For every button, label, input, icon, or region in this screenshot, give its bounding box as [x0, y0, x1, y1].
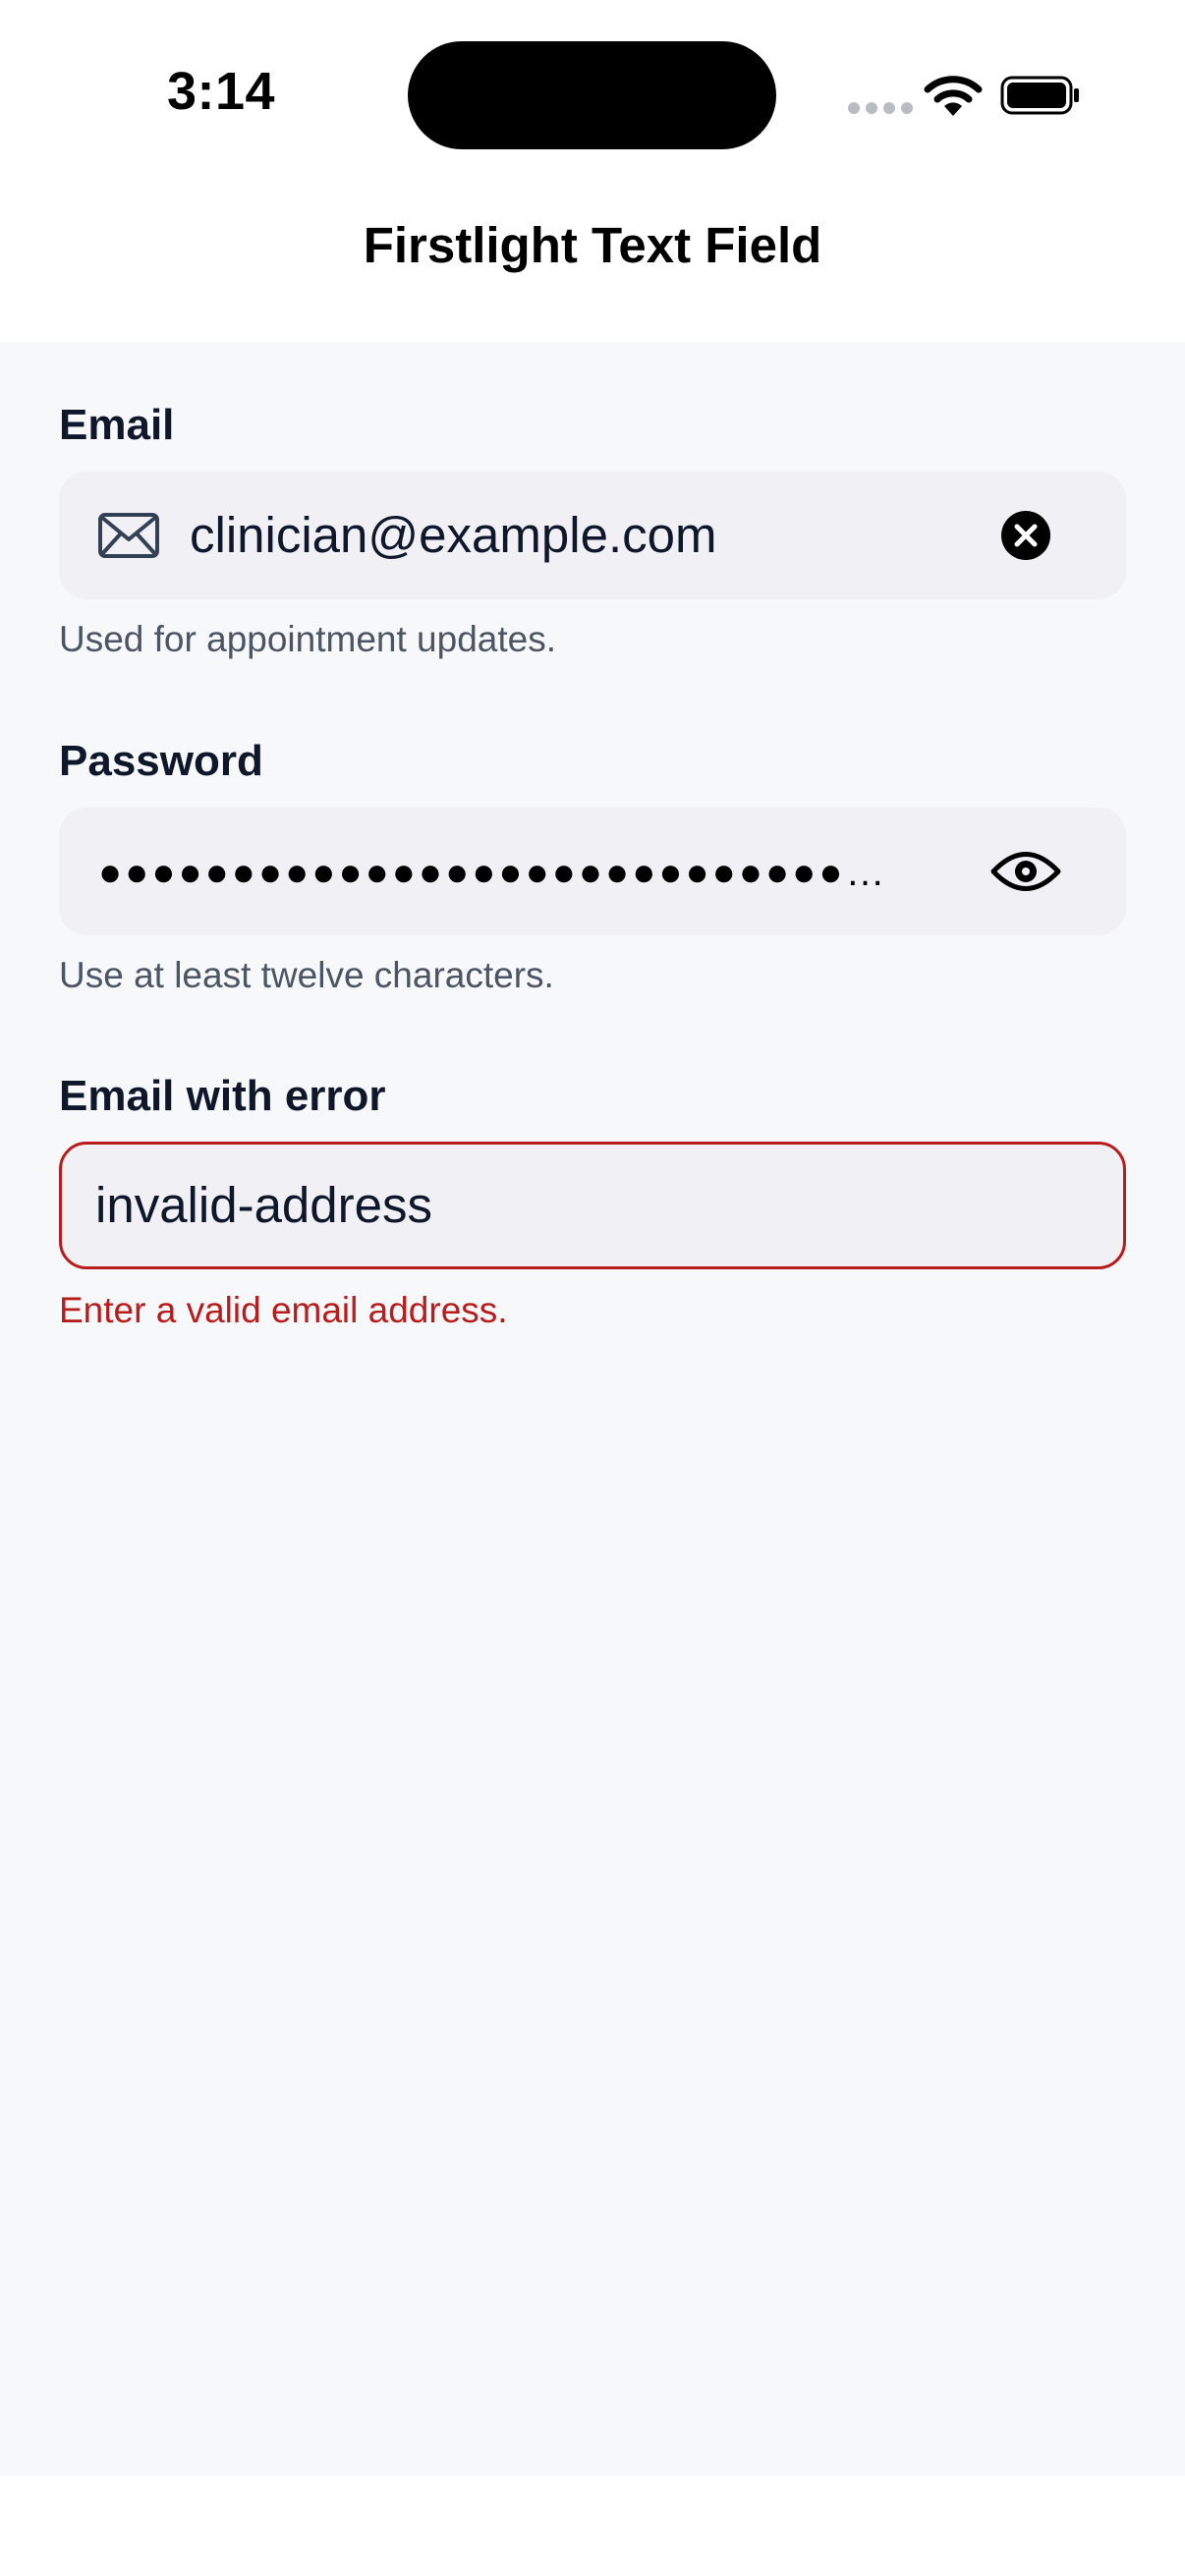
clear-icon[interactable]	[1000, 510, 1051, 561]
password-helper-text: Use at least twelve characters.	[59, 955, 554, 995]
email-label: Email	[59, 401, 175, 449]
password-label: Password	[59, 737, 263, 785]
password-field[interactable]: ●●●●●●●●●●●●●●●●●●●●●●●●●●●●…	[59, 808, 1126, 935]
wifi-icon	[924, 76, 983, 116]
status-time: 3:14	[167, 62, 276, 121]
dynamic-island	[408, 41, 776, 149]
email-error-message: Enter a valid email address.	[59, 1290, 508, 1330]
form-container: Email clinician@example.com Used for app…	[0, 342, 1185, 2476]
email-helper-text: Used for appointment updates.	[59, 619, 556, 659]
password-input-value[interactable]: ●●●●●●●●●●●●●●●●●●●●●●●●●●●●…	[98, 808, 887, 935]
status-bar: 3:14	[0, 0, 1185, 187]
email-field[interactable]: clinician@example.com	[59, 472, 1126, 599]
bottom-bar	[0, 2476, 1185, 2576]
email-error-input-value[interactable]: invalid-address	[95, 1145, 432, 1266]
battery-icon	[1000, 76, 1079, 115]
email-input-value[interactable]: clinician@example.com	[190, 472, 716, 599]
email-error-field[interactable]: invalid-address	[59, 1142, 1126, 1269]
page-title: Firstlight Text Field	[363, 217, 822, 273]
email-error-label: Email with error	[59, 1072, 386, 1120]
envelope-icon	[98, 513, 159, 558]
eye-icon[interactable]	[990, 847, 1061, 896]
